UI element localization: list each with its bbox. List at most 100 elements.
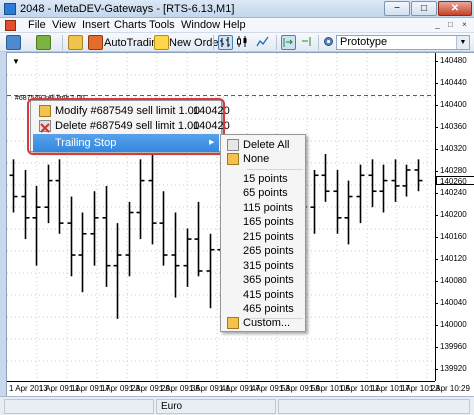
ohlc-bar <box>379 164 388 213</box>
menu-insert[interactable]: Insert <box>82 19 110 31</box>
candlestick-icon[interactable] <box>236 35 251 50</box>
status-bar: Euro <box>0 396 474 415</box>
autoscroll-icon[interactable] <box>281 35 296 50</box>
none-item[interactable]: None <box>223 150 303 168</box>
ohlc-bar <box>78 212 87 293</box>
menu-help[interactable]: Help <box>223 19 246 31</box>
menu-bar: File View Insert Charts Tools Window Hel… <box>0 18 474 33</box>
ohlc-bar <box>44 164 53 224</box>
menu-tools[interactable]: Tools <box>149 19 175 31</box>
custom-trail-item[interactable]: Custom... <box>223 314 303 332</box>
price-tick-label: 140480 <box>440 56 467 65</box>
time-tick-label: 1 Apr 10:29 <box>429 384 470 393</box>
profiles-icon[interactable] <box>36 35 51 50</box>
ohlc-bar <box>391 159 400 202</box>
bar-chart-icon[interactable] <box>218 35 233 50</box>
window-title: 2048 - MetaDEV-Gateways - [RTS-6.13,M1] <box>20 3 235 15</box>
toolbar-separator <box>213 35 214 50</box>
ohlc-bar <box>368 159 377 208</box>
time-axis[interactable]: 1 Apr 2013 1 Apr 09:11 1 Apr 09:17 1 Apr 09… <box>7 381 470 397</box>
ohlc-bar <box>402 164 411 197</box>
ohlc-bar <box>333 169 342 234</box>
chart-restore-button[interactable]: □ <box>445 20 456 30</box>
gear-icon[interactable] <box>322 35 337 50</box>
ohlc-bar <box>90 191 99 266</box>
chevron-down-icon[interactable]: ▼ <box>456 36 469 49</box>
ohlc-bar <box>414 159 423 192</box>
maximize-button[interactable]: □ <box>411 1 437 16</box>
menu-file[interactable]: File <box>28 19 46 31</box>
new-order-icon[interactable] <box>154 35 169 50</box>
price-tick <box>435 369 438 370</box>
toolbar: AutoTrading New Order Prototype ▼ <box>0 33 474 52</box>
trailing-stop-submenu: Delete All None 15 points 65 points 115 … <box>220 134 306 332</box>
price-tick-label: 140240 <box>440 188 467 197</box>
menu-charts[interactable]: Charts <box>114 19 146 31</box>
profile-select-value: Prototype <box>340 36 388 48</box>
price-tick <box>435 325 438 326</box>
price-tick-label: 139920 <box>440 364 467 373</box>
price-tick-label: 140120 <box>440 254 467 263</box>
price-tick <box>435 303 438 304</box>
navigator-icon[interactable] <box>68 35 83 50</box>
ohlc-bar <box>21 169 30 240</box>
ohlc-bar <box>32 185 41 266</box>
price-tick <box>435 193 438 194</box>
toolbar-separator <box>318 35 319 50</box>
menu-view[interactable]: View <box>52 19 76 31</box>
minimize-button[interactable]: − <box>384 1 410 16</box>
price-tick <box>435 61 438 62</box>
none-label: None <box>243 153 270 165</box>
menu-window[interactable]: Window <box>181 19 220 31</box>
price-tick <box>435 259 438 260</box>
price-tick <box>435 171 438 172</box>
price-axis[interactable]: 140480 140440 140400 140360 140320 140280 1402… <box>435 53 474 381</box>
ohlc-bar <box>9 159 18 213</box>
title-bar: 2048 - MetaDEV-Gateways - [RTS-6.13,M1] … <box>0 0 474 18</box>
ohlc-bar <box>194 201 203 277</box>
ohlc-bar <box>102 185 111 287</box>
price-tick-label: 140000 <box>440 320 467 329</box>
highlight-frame <box>27 98 225 155</box>
toolbar-separator <box>62 35 63 50</box>
chart-minimize-button[interactable]: _ <box>432 20 443 30</box>
custom-trail-label: Custom... <box>243 317 291 329</box>
price-tick-label: 140360 <box>440 122 467 131</box>
price-tick-label: 140400 <box>440 100 467 109</box>
scroll-marker-icon: ▼ <box>12 57 20 66</box>
line-chart-icon[interactable] <box>256 35 271 50</box>
app-icon <box>4 3 16 15</box>
autotrading-icon[interactable] <box>88 35 103 50</box>
current-price-label: 140260 <box>436 175 474 186</box>
price-tick-label: 140040 <box>440 298 467 307</box>
price-tick <box>435 149 438 150</box>
ohlc-bar <box>159 191 168 266</box>
price-tick-label: 140200 <box>440 210 467 219</box>
profile-select[interactable]: Prototype ▼ <box>336 35 470 50</box>
price-tick <box>435 83 438 84</box>
ohlc-bar <box>206 233 215 309</box>
new-order-button[interactable]: New Order <box>169 37 222 49</box>
ohlc-bar <box>67 196 76 277</box>
close-button[interactable]: ✕ <box>438 1 472 16</box>
status-left <box>4 399 154 414</box>
ohlc-bar <box>136 159 145 240</box>
ohlc-bar <box>171 212 180 298</box>
new-chart-icon[interactable] <box>6 35 21 50</box>
price-tick <box>435 105 438 106</box>
ohlc-bar <box>356 164 365 224</box>
chart-window-icon[interactable] <box>5 20 16 31</box>
none-icon <box>227 153 239 165</box>
chart-shift-icon[interactable] <box>300 35 315 50</box>
custom-icon <box>227 317 239 329</box>
toolbar-separator <box>276 35 277 50</box>
ohlc-bar <box>310 169 319 234</box>
price-tick <box>435 281 438 282</box>
ohlc-bar <box>113 223 122 319</box>
price-tick-label: 140080 <box>440 276 467 285</box>
ohlc-bar <box>344 180 353 245</box>
chart-close-button[interactable]: × <box>459 20 470 30</box>
price-tick <box>435 215 438 216</box>
ohlc-bar <box>55 159 64 234</box>
price-tick-label: 140280 <box>440 166 467 175</box>
